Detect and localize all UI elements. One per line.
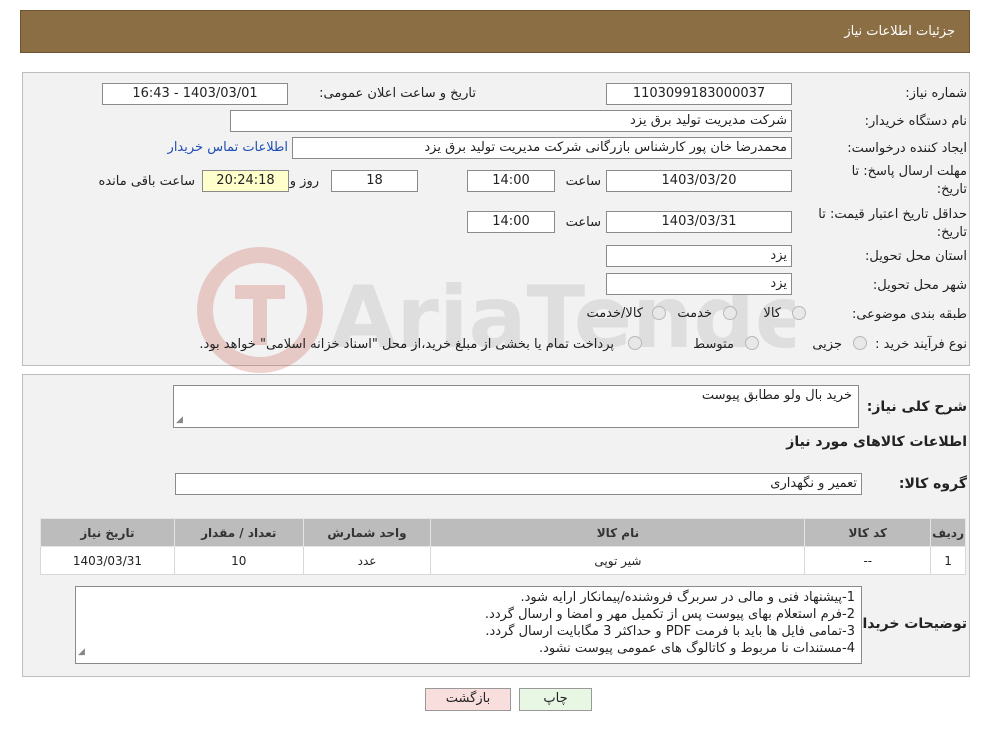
goods-table-header: ردیف کد کالا نام کالا واحد شمارش تعداد /… [40,518,966,547]
need-number-label: شماره نیاز: [905,86,967,101]
buyer-note-line: 3-تمامی فایل ها باید با فرمت PDF و حداکث… [485,624,855,639]
buyer-org-label: نام دستگاه خریدار: [864,114,967,129]
process-type-label: نوع فرآیند خرید : [875,337,967,352]
col-name-header: نام کالا [430,518,806,547]
deadline-hour-label: ساعت [565,174,601,189]
process-radio-minor[interactable] [853,336,867,350]
category-label: طبقه بندی موضوعی: [851,307,967,322]
validity-label: حداقل تاریخ اعتبار قیمت: تا [818,207,967,222]
province-label: استان محل تحویل: [865,249,967,264]
treasury-payment-note: پرداخت تمام یا بخشی از مبلغ خرید،از محل … [199,337,614,352]
category-option-goods: کالا [763,306,781,321]
resize-handle-icon[interactable]: ◢ [176,415,183,425]
city-field: یزد [606,273,792,295]
col-code-header: کد کالا [804,518,932,547]
summary-label: شرح کلی نیاز: [866,399,967,415]
category-option-service: خدمت [677,306,712,321]
category-radio-goods[interactable] [792,306,806,320]
process-option-minor: جزیی [812,337,842,352]
buyer-note-line: 2-فرم استعلام بهای پیوست پس از تکمیل مهر… [484,607,855,622]
validity-hour-label: ساعت [565,215,601,230]
validity-label-date: تاریخ: [936,225,967,240]
cell-unit: عدد [302,546,432,575]
goods-info-title: اطلاعات کالاهای مورد نیاز [786,434,967,450]
category-radio-service[interactable] [723,306,737,320]
col-unit-header: واحد شمارش [302,518,432,547]
days-remaining-field: 18 [331,170,418,192]
validity-time-field: 14:00 [467,211,555,233]
buyer-note-line: 4-مستندات نا مربوط و کاتالوگ های عمومی پ… [538,641,855,656]
col-date-header: تاریخ نیاز [40,518,175,547]
announce-datetime-field: 1403/03/01 - 16:43 [102,83,288,105]
remaining-time-field: 20:24:18 [202,170,289,192]
cell-qty: 10 [173,546,304,575]
goods-group-field: تعمیر و نگهداری [175,473,862,495]
deadline-time-field: 14:00 [467,170,555,192]
announce-datetime-label: تاریخ و ساعت اعلان عمومی: [319,86,476,101]
requester-field: محمدرضا خان پور کارشناس بازرگانی شرکت مد… [292,137,792,159]
deadline-label-date: تاریخ: [936,182,967,197]
need-number-field: 1103099183000037 [606,83,792,105]
cell-date: 1403/03/31 [40,546,175,575]
col-row-header: ردیف [930,518,966,547]
remaining-time-label: ساعت باقی مانده [98,174,195,189]
buyer-contact-link[interactable]: اطلاعات تماس خریدار [168,140,288,155]
table-row: 1 -- شیر توپی عدد 10 1403/03/31 [40,546,966,575]
cell-row: 1 [930,546,966,575]
buyer-org-field: شرکت مدیریت تولید برق یزد [230,110,792,132]
goods-table: ردیف کد کالا نام کالا واحد شمارش تعداد /… [40,518,966,575]
cell-name: شیر توپی [430,546,806,575]
process-option-medium: متوسط [693,337,734,352]
resize-handle-icon[interactable]: ◢ [78,644,85,661]
validity-date-field: 1403/03/31 [606,211,792,233]
col-qty-header: تعداد / مقدار [173,518,304,547]
requester-label: ایجاد کننده درخواست: [847,141,967,156]
province-field: یزد [606,245,792,267]
process-radio-medium[interactable] [745,336,759,350]
page-title: جزئیات اطلاعات نیاز [844,24,955,39]
back-button[interactable]: بازگشت [425,688,511,711]
buyer-notes-textarea[interactable]: 1-پیشنهاد فنی و مالی در سربرگ فروشنده/پی… [75,586,862,664]
deadline-label: مهلت ارسال پاسخ: تا [851,164,967,179]
deadline-date-field: 1403/03/20 [606,170,792,192]
days-label: روز و [289,174,319,189]
page-header: جزئیات اطلاعات نیاز [20,10,970,53]
treasury-checkbox[interactable] [628,336,642,350]
category-radio-goods-service[interactable] [652,306,666,320]
cell-code: -- [804,546,932,575]
summary-text: خرید بال ولو مطابق پیوست [701,388,852,403]
category-option-goods-service: کالا/خدمت [586,306,643,321]
buyer-note-line: 1-پیشنهاد فنی و مالی در سربرگ فروشنده/پی… [520,590,855,605]
print-button[interactable]: چاپ [519,688,592,711]
summary-textarea[interactable]: خرید بال ولو مطابق پیوست ◢ [173,385,859,428]
goods-group-label: گروه کالا: [898,476,967,492]
buyer-notes-label: توضیحات خریدار: [848,616,967,632]
city-label: شهر محل تحویل: [872,278,967,293]
